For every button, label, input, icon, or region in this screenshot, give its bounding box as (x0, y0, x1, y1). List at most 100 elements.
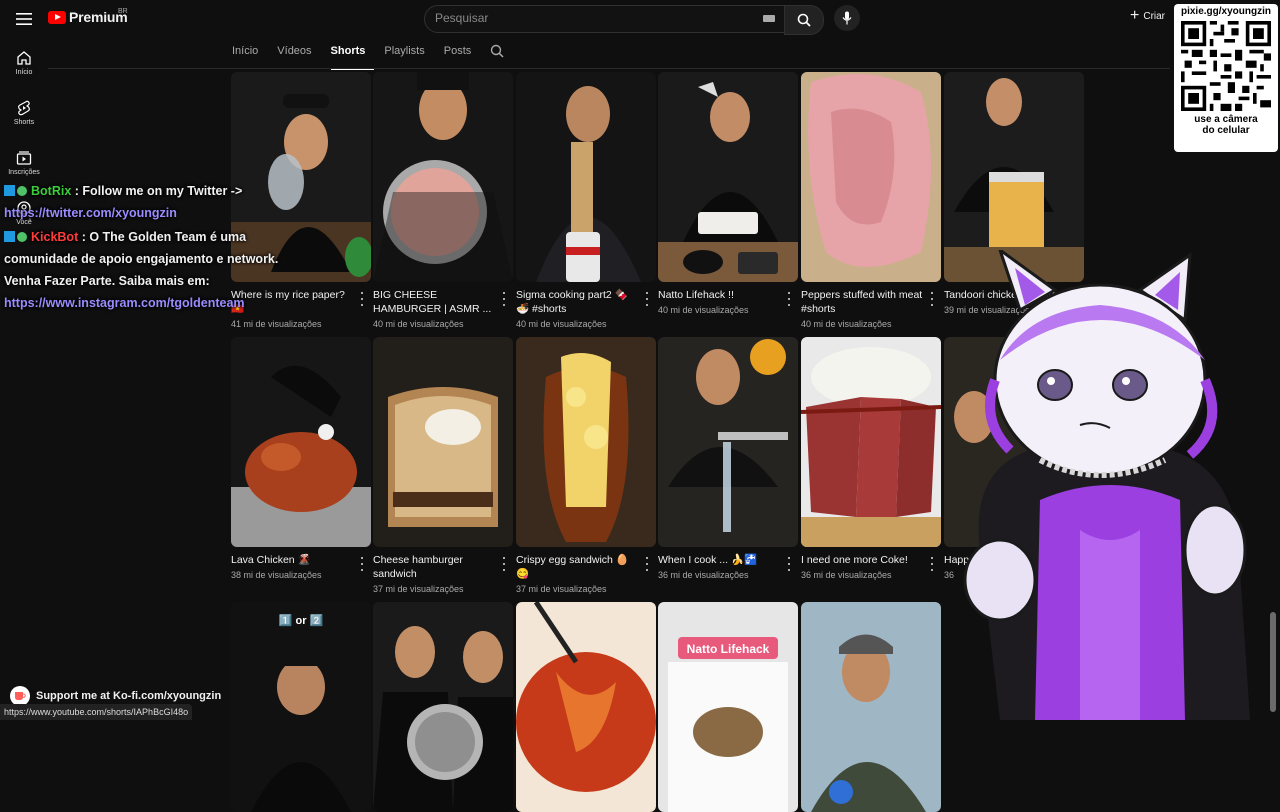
chat-overlay: BotRix : Follow me on my Twitter -> http… (4, 180, 284, 314)
qr-overlay: pixie.gg/xyoungzin use a câmera do celul… (1174, 4, 1278, 152)
shorts-icon (18, 100, 30, 116)
short-card[interactable]: 1️⃣ or 2️⃣ (231, 602, 371, 812)
chat-username: BotRix (31, 184, 72, 198)
chat-text: : Follow me on my Twitter -> (71, 184, 243, 198)
search-icon (797, 13, 811, 27)
more-options-icon[interactable] (499, 557, 509, 571)
short-thumbnail[interactable] (801, 337, 941, 547)
home-icon (17, 51, 31, 65)
create-label: Criar (1143, 10, 1166, 22)
more-options-icon[interactable] (499, 292, 509, 306)
verified-icon (17, 186, 27, 196)
tabs-divider (48, 68, 1170, 69)
short-card[interactable]: I need one more Coke! 36 mi de visualiza… (801, 337, 941, 580)
chat-username: KickBot (31, 230, 79, 244)
short-card[interactable]: BIG CHEESE HAMBURGER | ASMR ... 40 mi de… (373, 72, 513, 329)
short-views: 37 mi de visualizações (373, 584, 464, 594)
short-thumbnail[interactable] (373, 602, 513, 812)
youtube-premium-logo[interactable]: Premium (48, 9, 128, 25)
mic-button[interactable] (834, 5, 860, 31)
short-card[interactable]: Peppers stuffed with meat #shorts 40 mi … (801, 72, 941, 329)
short-title[interactable]: Cheese hamburger sandwich (373, 553, 495, 581)
chat-message: KickBot : O The Golden Team é uma comuni… (4, 226, 284, 314)
short-title[interactable]: Natto Lifehack !! (658, 288, 780, 302)
menu-icon[interactable] (12, 8, 36, 30)
short-thumbnail[interactable] (801, 602, 941, 812)
short-thumbnail[interactable] (516, 72, 656, 282)
short-card[interactable] (516, 602, 656, 812)
chat-link: https://www.instagram.com/tgoldenteam (4, 296, 245, 310)
search-box[interactable]: Pesquisar (424, 5, 786, 33)
short-card[interactable]: Sigma cooking part2 🍫🍜 #shorts 40 mi de … (516, 72, 656, 329)
page-scrollbar[interactable] (1270, 612, 1276, 712)
short-thumbnail[interactable] (231, 337, 371, 547)
more-options-icon[interactable] (357, 292, 367, 306)
youtube-play-icon (48, 10, 66, 24)
more-options-icon[interactable] (357, 557, 367, 571)
create-button[interactable]: + Criar (1130, 7, 1166, 24)
short-thumbnail[interactable]: 1️⃣ or 2️⃣ (231, 602, 371, 812)
more-options-icon[interactable] (784, 557, 794, 571)
short-card[interactable] (801, 602, 941, 812)
short-views: 40 mi de visualizações (373, 319, 464, 329)
short-views: 38 mi de visualizações (231, 570, 322, 580)
search-button[interactable] (784, 5, 824, 35)
bot-badge-icon (4, 231, 15, 242)
short-card[interactable]: Natto Lifehack !! 40 mi de visualizações (658, 72, 798, 315)
tab-posts[interactable]: Posts (444, 45, 481, 70)
short-title[interactable]: Peppers stuffed with meat #shorts (801, 288, 923, 316)
short-views: 41 mi de visualizações (231, 319, 322, 329)
kofi-cup-icon (10, 686, 30, 706)
more-options-icon[interactable] (642, 292, 652, 306)
plus-icon: + (1130, 7, 1140, 24)
more-options-icon[interactable] (642, 557, 652, 571)
short-title[interactable]: Lava Chicken 🌋 (231, 553, 353, 567)
short-card[interactable]: When I cook ... 🍌🚰 36 mi de visualizaçõe… (658, 337, 798, 580)
vtuber-avatar (963, 250, 1250, 720)
more-options-icon[interactable] (927, 292, 937, 306)
more-options-icon[interactable] (927, 557, 937, 571)
sidebar-item-shorts[interactable]: Shorts (0, 94, 48, 144)
short-views: 40 mi de visualizações (801, 319, 892, 329)
short-thumbnail[interactable] (658, 337, 798, 547)
short-title[interactable]: BIG CHEESE HAMBURGER | ASMR ... (373, 288, 495, 316)
short-thumbnail[interactable] (801, 72, 941, 282)
short-thumbnail[interactable] (658, 72, 798, 282)
channel-search-icon[interactable] (490, 44, 504, 70)
qr-title: pixie.gg/xyoungzin (1180, 6, 1271, 17)
short-thumbnail[interactable]: Natto Lifehack (658, 602, 798, 812)
search-input[interactable]: Pesquisar (435, 11, 488, 25)
short-views: 36 mi de visualizações (801, 570, 892, 580)
chat-message: BotRix : Follow me on my Twitter -> http… (4, 180, 284, 224)
chat-link: https://twitter.com/xyoungzin (4, 206, 177, 220)
short-thumbnail[interactable] (373, 72, 513, 282)
qr-caption: use a câmera do celular (1174, 114, 1278, 136)
more-options-icon[interactable] (784, 292, 794, 306)
short-card[interactable] (373, 602, 513, 812)
top-bar: Premium BR Pesquisar + Criar (0, 0, 1280, 38)
short-title[interactable]: Sigma cooking part2 🍫🍜 #shorts (516, 288, 638, 316)
status-bar-url: https://www.youtube.com/shorts/IAPhBcGI4… (0, 704, 193, 720)
keyboard-icon[interactable] (763, 15, 775, 22)
short-card[interactable]: Lava Chicken 🌋 38 mi de visualizações (231, 337, 371, 580)
short-card[interactable]: Crispy egg sandwich 🥚😋 37 mi de visualiz… (516, 337, 656, 594)
channel-tabs: Início Vídeos Shorts Playlists Posts (232, 44, 504, 70)
bot-badge-icon (4, 185, 15, 196)
sidebar-item-home[interactable]: Início (0, 44, 48, 94)
tab-home[interactable]: Início (232, 45, 267, 70)
short-title[interactable]: Crispy egg sandwich 🥚😋 (516, 553, 638, 581)
qr-code-icon (1181, 21, 1271, 111)
tab-playlists[interactable]: Playlists (384, 45, 433, 70)
short-card[interactable]: Natto Lifehack (658, 602, 798, 812)
tab-videos[interactable]: Vídeos (277, 45, 320, 70)
tab-shorts[interactable]: Shorts (330, 45, 375, 70)
short-thumbnail[interactable] (373, 337, 513, 547)
qr-caption-line1: use a câmera (1194, 114, 1258, 125)
thumb-overlay-text: Natto Lifehack (687, 642, 770, 656)
short-title[interactable]: I need one more Coke! (801, 553, 923, 567)
short-title[interactable]: When I cook ... 🍌🚰 (658, 553, 780, 567)
short-thumbnail[interactable] (516, 602, 656, 812)
kofi-label: Support me at Ko-fi.com/xyoungzin (36, 690, 222, 702)
short-card[interactable]: Cheese hamburger sandwich 37 mi de visua… (373, 337, 513, 594)
short-thumbnail[interactable] (516, 337, 656, 547)
